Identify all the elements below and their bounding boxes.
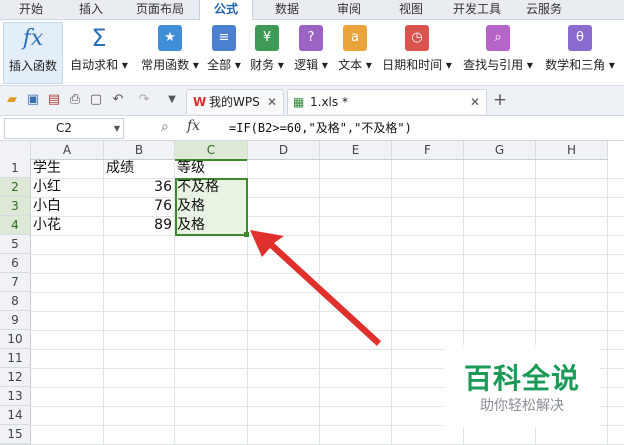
watermark: 百科全说 助你轻松解决 bbox=[444, 345, 600, 427]
watermark-title: 百科全说 bbox=[463, 362, 580, 395]
watermark-subtitle: 助你轻松解决 bbox=[480, 398, 564, 414]
red-arrow-icon bbox=[250, 230, 381, 346]
